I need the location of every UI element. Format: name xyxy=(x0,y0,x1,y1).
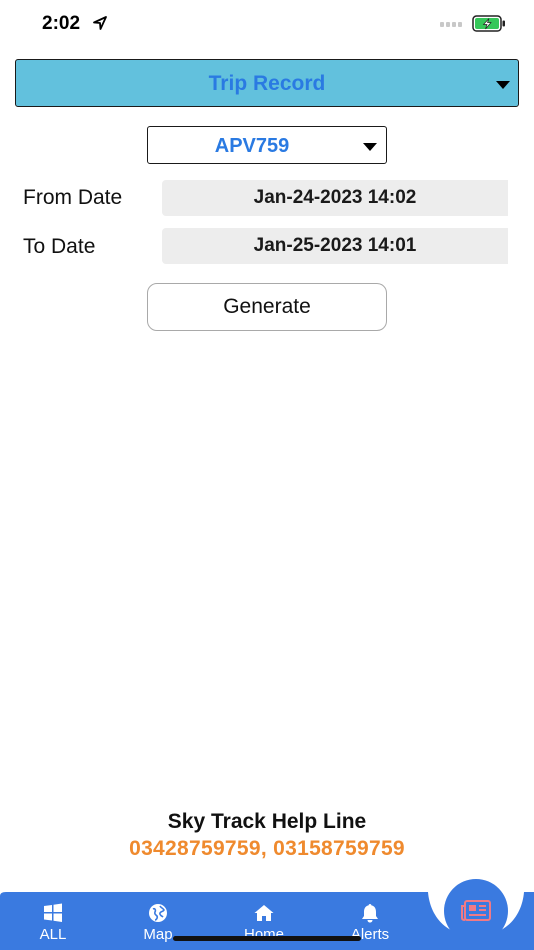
chevron-down-icon xyxy=(496,81,510,89)
reports-fab-button[interactable] xyxy=(444,879,508,943)
vehicle-value: APV759 xyxy=(214,135,290,157)
nav-item-home[interactable]: Home xyxy=(229,892,299,950)
nav-item-alerts[interactable]: Alerts xyxy=(335,892,405,950)
nav-item-all[interactable]: ALL xyxy=(18,892,88,950)
home-indicator xyxy=(173,936,361,941)
windows-icon xyxy=(44,903,62,922)
status-time: 2:02 xyxy=(42,13,81,34)
to-date-label: To Date xyxy=(23,235,96,258)
location-arrow-icon xyxy=(93,16,107,30)
newspaper-icon xyxy=(461,900,491,921)
bell-icon xyxy=(362,904,378,923)
chevron-down-icon xyxy=(363,143,377,151)
home-icon xyxy=(254,905,274,921)
globe-icon xyxy=(149,904,167,922)
generate-button[interactable]: Generate xyxy=(147,283,387,331)
nav-label-all: ALL xyxy=(39,926,67,943)
from-date-label: From Date xyxy=(23,186,123,209)
status-bar: 2:02 xyxy=(0,0,534,48)
help-line-title: Sky Track Help Line xyxy=(167,810,367,833)
vehicle-dropdown[interactable]: APV759 xyxy=(147,126,387,164)
report-type-value: Trip Record xyxy=(208,72,326,95)
help-line-numbers[interactable]: 03428759759, 03158759759 xyxy=(0,837,534,861)
report-type-dropdown[interactable]: Trip Record xyxy=(15,59,519,107)
battery-charging-icon xyxy=(472,15,505,32)
from-date-field[interactable]: Jan-24-2023 14:02 xyxy=(162,180,508,216)
signal-icon xyxy=(440,22,464,28)
nav-item-map[interactable]: Map xyxy=(123,892,193,950)
to-date-field[interactable]: Jan-25-2023 14:01 xyxy=(162,228,508,264)
